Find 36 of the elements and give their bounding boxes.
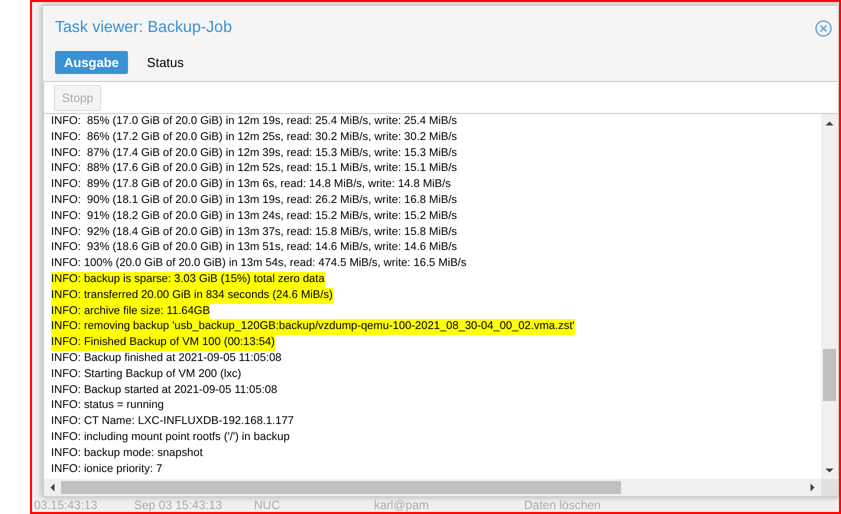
log-line: INFO: 92% (18.4 GiB of 20.0 GiB) in 13m 37s, read: 15.8 MiB/s, write: 15.8 MiB/s [51,224,458,240]
scroll-thumb[interactable] [823,349,836,401]
scroll-thumb[interactable] [61,481,621,494]
horizontal-scrollbar[interactable] [44,479,821,496]
vertical-scrollbar[interactable] [821,114,838,479]
log-line: INFO: 91% (18.2 GiB of 20.0 GiB) in 13m 24s, read: 15.2 MiB/s, write: 15.2 MiB/s [51,208,458,224]
log-line: INFO: Backup started at 2021-09-05 11:05:08 [51,382,278,398]
log-line: INFO: CT Name: LXC-INFLUXDB-192.168.1.177 [51,414,294,430]
log-line: INFO: 87% (17.4 GiB of 20.0 GiB) in 12m 39s, read: 15.3 MiB/s, write: 15.3 MiB/s [51,146,458,161]
scroll-up-icon[interactable] [825,119,834,128]
log-line: INFO: 85% (17.0 GiB of 20.0 GiB) in 12m 19s, read: 25.4 MiB/s, write: 25.4 MiB/s [51,114,458,129]
scrollbar-corner [821,479,838,496]
tab[interactable]: Ausgabe [55,51,128,74]
log-line: INFO: backup mode: snapshot [51,446,203,461]
log-line: INFO: status = running [51,398,164,414]
window-title: Task viewer: Backup-Job [55,19,232,37]
log-line: INFO: 89% (17.8 GiB of 20.0 GiB) in 13m 6s, read: 14.8 MiB/s, write: 14.8 MiB/s [51,177,451,192]
log-line: INFO: 93% (18.6 GiB of 20.0 GiB) in 13m 51s, read: 14.6 MiB/s, write: 14.6 MiB/s [51,240,458,256]
log-line: INFO: including mount point rootfs ('/') in backup [51,430,290,445]
log-line: INFO: ionice priority: 7 [51,462,162,477]
scroll-right-icon[interactable] [808,483,817,492]
table-cell-text: 03.15:43:13 [34,498,98,512]
close-icon[interactable] [815,20,832,36]
table-cell-text: NUC [254,498,281,512]
scroll-down-icon[interactable] [825,466,834,475]
table-cell-text: Sep 03 15:43:13 [134,498,224,512]
log-line: INFO: 86% (17.2 GiB of 20.0 GiB) in 12m 25s, read: 30.2 MiB/s, write: 30.2 MiB/s [51,130,458,145]
table-cell: Daten löschen [524,498,601,512]
tab[interactable]: Status [138,51,193,74]
log-line: INFO: 100% (20.0 GiB of 20.0 GiB) in 13m 54s, read: 474.5 MiB/s, write: 16.5 MiB/s [51,256,466,272]
table-cell-text: karl@pam [374,498,430,512]
log-line: INFO: 90% (18.1 GiB of 20.0 GiB) in 13m 19s, read: 26.2 MiB/s, write: 16.8 MiB/s [51,192,458,208]
log-line: INFO: Starting Backup of VM 200 (lxc) [51,366,242,382]
log-line: INFO: Backup finished at 2021-09-05 11:05:08 [51,350,282,366]
scroll-left-icon[interactable] [48,483,57,492]
log-line: INFO: 88% (17.6 GiB of 20.0 GiB) in 12m 52s, read: 15.1 MiB/s, write: 15.1 MiB/s [51,161,458,176]
